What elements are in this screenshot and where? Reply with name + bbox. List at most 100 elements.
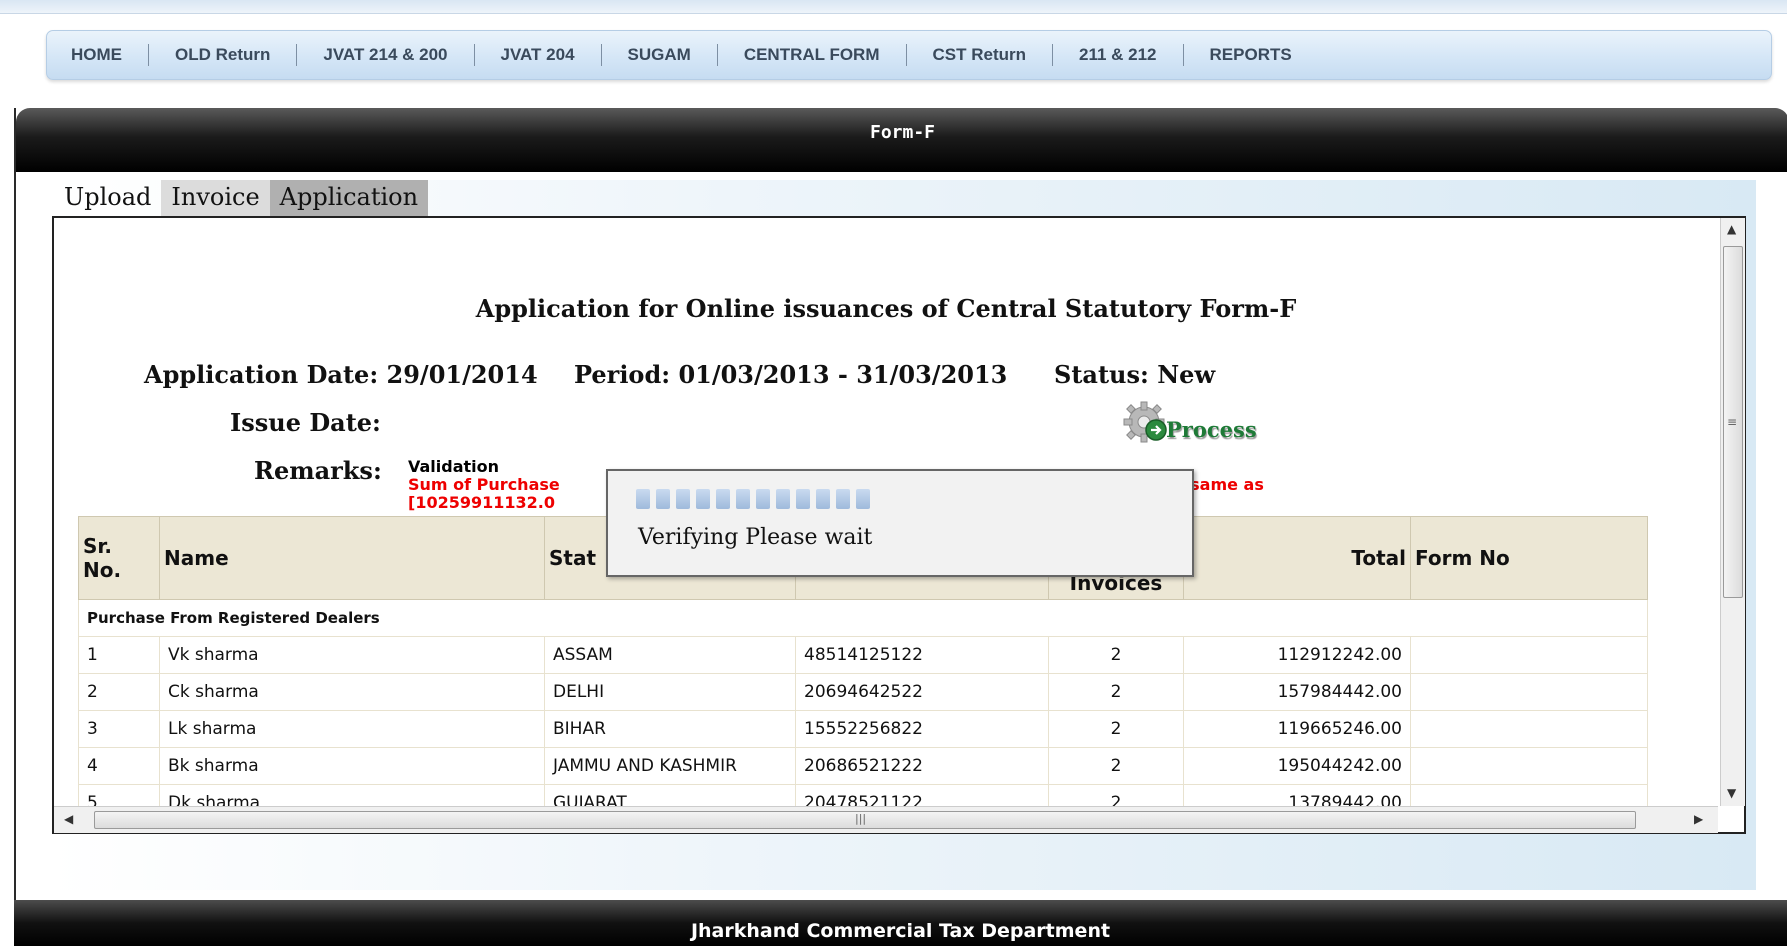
cell-sr: 2 (78, 673, 160, 711)
cell-tin: 20694642522 (795, 673, 1049, 711)
cell-total: 112912242.00 (1183, 636, 1411, 674)
application-period: Period: 01/03/2013 - 31/03/2013 (574, 360, 1008, 389)
main-navigation: HOME OLD Return JVAT 214 & 200 JVAT 204 … (46, 30, 1772, 80)
cell-state: DELHI (544, 673, 796, 711)
cell-tin: 20686521222 (795, 747, 1049, 785)
process-label: Process (1166, 416, 1257, 442)
col-name: Name (159, 516, 545, 600)
cell-name: Bk sharma (159, 747, 545, 785)
verifying-dialog: Verifying Please wait (606, 469, 1194, 577)
table-row: 3 Lk sharma BIHAR 15552256822 2 11966524… (78, 710, 1648, 748)
scroll-left-arrow-icon[interactable]: ◀ (64, 812, 73, 826)
progress-segment (676, 489, 690, 509)
scroll-right-arrow-icon[interactable]: ▶ (1694, 812, 1703, 826)
cell-invoices: 2 (1048, 710, 1184, 748)
dialog-message: Verifying Please wait (638, 525, 873, 550)
table-row: 2 Ck sharma DELHI 20694642522 2 15798444… (78, 673, 1648, 711)
cell-form-no (1410, 710, 1648, 748)
scroll-up-arrow-icon[interactable]: ▲ (1727, 222, 1736, 236)
progress-indicator (636, 489, 870, 509)
progress-segment (836, 489, 850, 509)
application-heading: Application for Online issuances of Cent… (475, 294, 1297, 323)
nav-jvat-204[interactable]: JVAT 204 (475, 44, 602, 66)
cell-total: 119665246.00 (1183, 710, 1411, 748)
col-total: Total (1183, 516, 1411, 600)
application-status: Status: New (1054, 360, 1216, 389)
nav-cst-return[interactable]: CST Return (907, 44, 1053, 66)
nav-211-212[interactable]: 211 & 212 (1053, 44, 1184, 66)
progress-segment (796, 489, 810, 509)
cell-total: 195044242.00 (1183, 747, 1411, 785)
cell-invoices: 2 (1048, 784, 1184, 806)
remarks-error-start: Sum of Purchase (408, 475, 560, 494)
progress-segment (856, 489, 870, 509)
col-form-no: Form No (1410, 516, 1648, 600)
progress-segment (736, 489, 750, 509)
cell-name: Ck sharma (159, 673, 545, 711)
top-band (0, 0, 1787, 14)
cell-form-no (1410, 747, 1648, 785)
footer: Jharkhand Commercial Tax Department (14, 900, 1787, 946)
nav-reports[interactable]: REPORTS (1184, 44, 1318, 66)
cell-state: JAMMU AND KASHMIR (544, 747, 796, 785)
cell-state: ASSAM (544, 636, 796, 674)
cell-form-no (1410, 673, 1648, 711)
remarks-label: Remarks: (254, 456, 382, 485)
cell-invoices: 2 (1048, 673, 1184, 711)
horizontal-scroll-thumb[interactable]: ||| (94, 811, 1636, 829)
section-label: Purchase From Registered Dealers (78, 599, 1648, 637)
progress-segment (696, 489, 710, 509)
nav-central-form[interactable]: CENTRAL FORM (718, 44, 907, 66)
cell-name: Vk sharma (159, 636, 545, 674)
cell-invoices: 2 (1048, 747, 1184, 785)
footer-text: Jharkhand Commercial Tax Department (690, 920, 1111, 942)
grip-icon: ≡ (1727, 415, 1738, 429)
progress-segment (816, 489, 830, 509)
panel-header: Form-F (16, 108, 1787, 172)
table-row: 5 Dk sharma GUJARAT 20478521122 2 137894… (78, 784, 1648, 806)
gear-icon (1120, 398, 1174, 450)
issue-date-label: Issue Date: (230, 408, 381, 437)
cell-name: Lk sharma (159, 710, 545, 748)
cell-tin: 48514125122 (795, 636, 1049, 674)
cell-invoices: 2 (1048, 636, 1184, 674)
progress-segment (756, 489, 770, 509)
cell-tin: 15552256822 (795, 710, 1049, 748)
horizontal-scrollbar[interactable]: ◀ ||| ▶ (54, 806, 1718, 833)
tab-invoice[interactable]: Invoice (161, 180, 270, 216)
progress-segment (716, 489, 730, 509)
grip-icon: ||| (855, 812, 867, 825)
progress-segment (776, 489, 790, 509)
scroll-down-arrow-icon[interactable]: ▼ (1727, 786, 1736, 800)
nav-old-return[interactable]: OLD Return (149, 44, 298, 66)
cell-sr: 3 (78, 710, 160, 748)
cell-tin: 20478521122 (795, 784, 1049, 806)
nav-jvat-214-200[interactable]: JVAT 214 & 200 (297, 44, 475, 66)
cell-state: BIHAR (544, 710, 796, 748)
tab-bar: Upload Invoice Application (54, 180, 429, 216)
table-row: 4 Bk sharma JAMMU AND KASHMIR 2068652122… (78, 747, 1648, 785)
cell-sr: 1 (78, 636, 160, 674)
vertical-scrollbar[interactable]: ▲ ≡ ▼ (1720, 218, 1745, 806)
panel-title: Form-F (869, 122, 936, 143)
cell-state: GUJARAT (544, 784, 796, 806)
cell-total: 13789442.00 (1183, 784, 1411, 806)
cell-form-no (1410, 636, 1648, 674)
section-row: Purchase From Registered Dealers (78, 599, 1648, 637)
table-row: 1 Vk sharma ASSAM 48514125122 2 11291224… (78, 636, 1648, 674)
process-button[interactable]: Process (1120, 396, 1257, 452)
cell-total: 157984442.00 (1183, 673, 1411, 711)
tab-application[interactable]: Application (269, 180, 429, 216)
application-date: Application Date: 29/01/2014 (144, 360, 538, 389)
tab-upload[interactable]: Upload (54, 180, 161, 216)
cell-sr: 4 (78, 747, 160, 785)
vertical-scroll-thumb[interactable]: ≡ (1723, 246, 1743, 598)
progress-segment (636, 489, 650, 509)
col-sr-no: Sr. No. (78, 516, 160, 600)
nav-home[interactable]: HOME (47, 44, 149, 66)
cell-sr: 5 (78, 784, 160, 806)
cell-name: Dk sharma (159, 784, 545, 806)
nav-sugam[interactable]: SUGAM (602, 44, 718, 66)
cell-form-no (1410, 784, 1648, 806)
progress-segment (656, 489, 670, 509)
